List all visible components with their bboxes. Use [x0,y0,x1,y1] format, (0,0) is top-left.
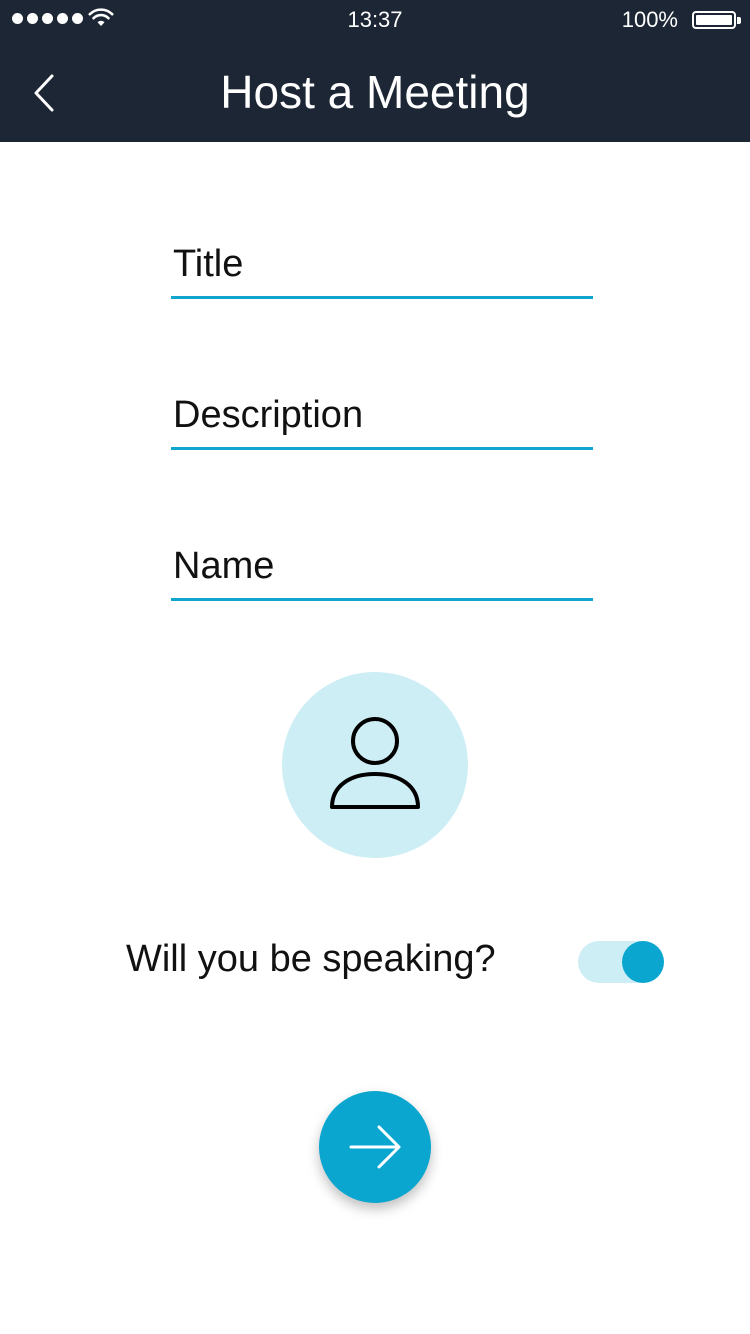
header: 13:37 100% Host a Meeting [0,0,750,142]
title-field[interactable] [171,229,593,299]
status-bar: 13:37 100% [0,0,750,40]
page-title: Host a Meeting [220,66,530,118]
name-input[interactable] [173,545,583,588]
name-field[interactable] [171,531,593,601]
battery-cap [737,17,741,24]
toggle-knob [622,941,664,983]
battery-percent: 100% [621,7,678,32]
description-input[interactable] [173,394,583,437]
battery-icon [692,11,736,29]
user-icon [330,717,420,809]
avatar-picker[interactable] [282,672,468,858]
next-button[interactable] [319,1091,431,1203]
speaking-toggle[interactable] [578,941,664,983]
speaking-label: Will you be speaking? [126,938,496,980]
description-field[interactable] [171,380,593,450]
arrow-right-icon [349,1125,401,1169]
title-input[interactable] [173,243,583,286]
